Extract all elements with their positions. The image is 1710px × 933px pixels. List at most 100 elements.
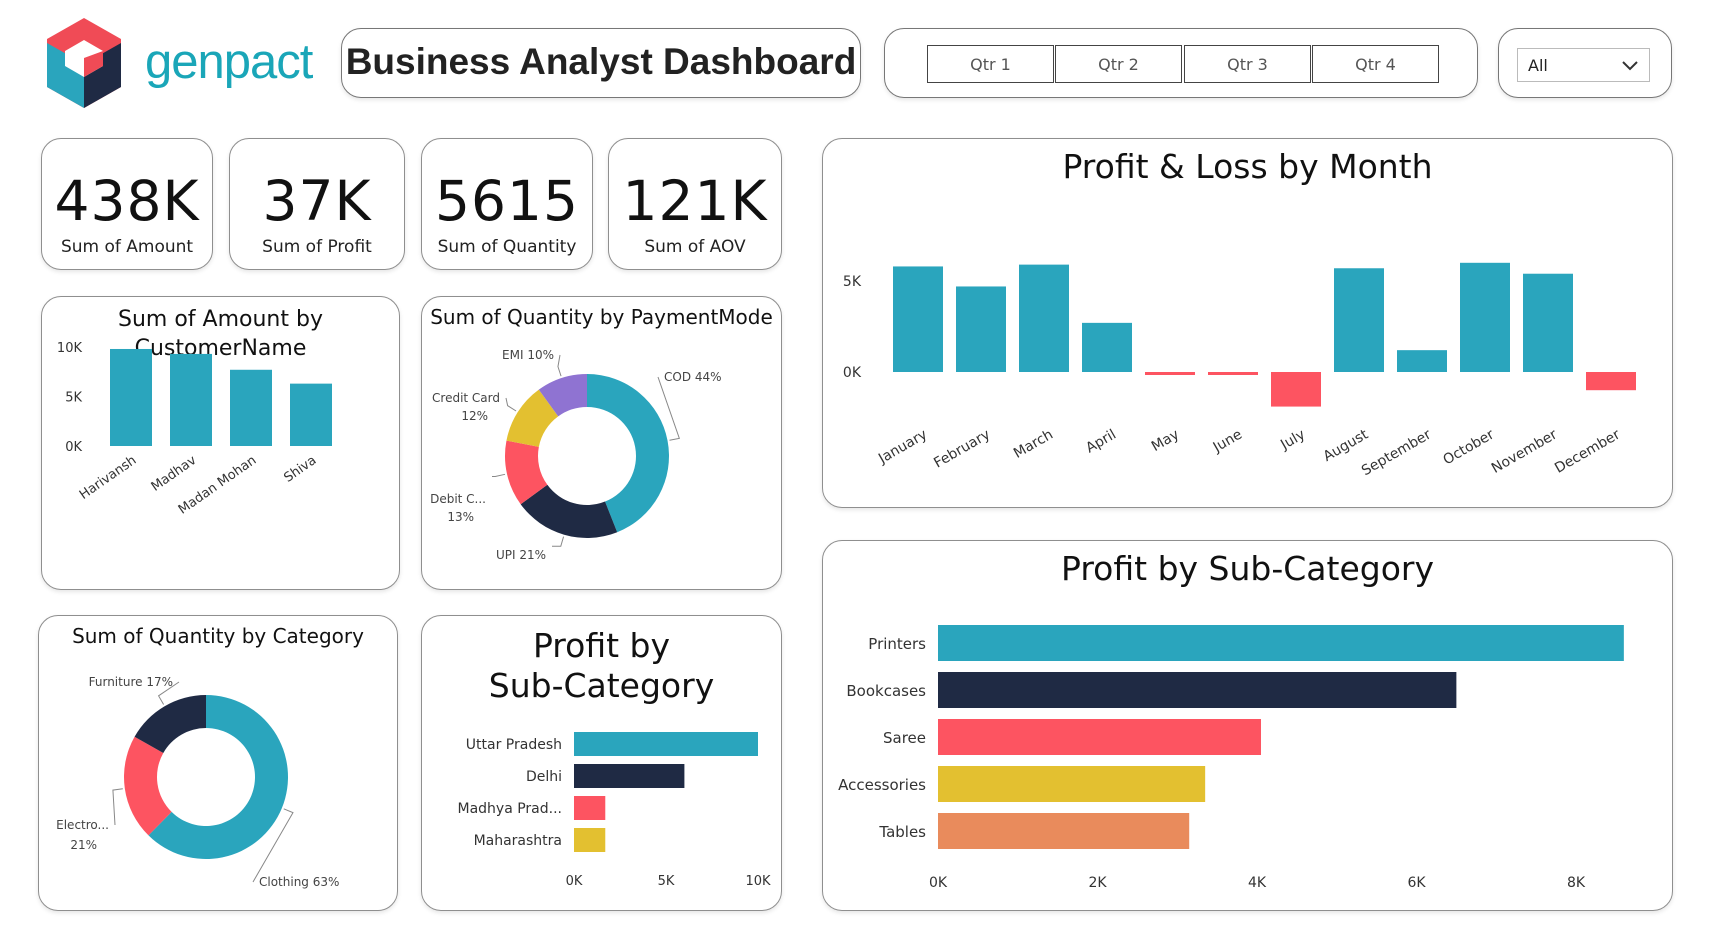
x-tick-label: December: [1552, 426, 1623, 476]
y-tick-label: 0K: [65, 440, 82, 455]
y-tick-label: 5K: [843, 274, 862, 290]
profit-loss-by-month-card: Profit & Loss by Month 0K 5K January Februa…: [822, 138, 1673, 508]
category-donut-chart: Clothing 63% Electro... 21% Furniture 17%: [56, 675, 339, 889]
bar: [938, 625, 1624, 661]
x-tick-label: February: [931, 427, 993, 472]
x-tick-label: July: [1277, 427, 1308, 454]
filter-dropdown-card: All: [1498, 28, 1672, 98]
quantity-by-category-card: Sum of Quantity by Category Clothing 63%…: [38, 615, 398, 911]
x-tick-label: August: [1321, 426, 1372, 465]
genpact-logo-mark: [47, 18, 121, 108]
paymentmode-donut-chart: COD 44% UPI 21% Debit C... 13% Credit Card 12…: [430, 348, 722, 562]
bar: [1523, 273, 1573, 372]
bar: [893, 266, 943, 372]
profit-by-state-card: Profit by Sub-Category Uttar Pradesh Delh…: [421, 615, 782, 911]
bar: [110, 348, 152, 446]
x-tick-label: May: [1149, 427, 1182, 455]
quarter-slicer: Qtr 1 Qtr 2 Qtr 3 Qtr 4: [884, 28, 1478, 98]
bar: [574, 796, 606, 820]
leader-line: [552, 536, 565, 547]
bar: [1145, 372, 1195, 375]
quarter-button-q3[interactable]: Qtr 3: [1184, 45, 1311, 83]
filter-dropdown[interactable]: All: [1517, 48, 1650, 82]
slice-pct-label: 13%: [447, 510, 474, 524]
slice-label: Debit C...: [430, 492, 486, 506]
bar: [1019, 264, 1069, 372]
bar: [938, 672, 1457, 708]
slice-label: COD 44%: [664, 370, 722, 384]
x-tick-label: June: [1210, 427, 1245, 457]
y-tick-label: Bookcases: [846, 682, 926, 700]
y-tick-label: Printers: [868, 635, 926, 653]
amount-by-customer-card: Sum of Amount by CustomerName 0K 5K 10K Har…: [41, 296, 400, 590]
x-tick-label: January: [875, 427, 930, 468]
bar: [938, 813, 1190, 849]
quantity-by-paymentmode-card: Sum of Quantity by PaymentMode COD 44% UP…: [421, 296, 782, 590]
bar: [574, 764, 685, 788]
slice-label: Electro...: [56, 818, 109, 832]
bar: [938, 766, 1206, 802]
bar: [230, 369, 272, 446]
bar: [938, 719, 1261, 755]
bar: [1082, 322, 1132, 372]
y-tick-label: Uttar Pradesh: [466, 737, 562, 753]
page-title: Business Analyst Dashboard: [345, 41, 857, 82]
bar: [1586, 372, 1636, 391]
genpact-logo: genpact: [45, 16, 335, 110]
bar: [574, 828, 606, 852]
x-tick-label: September: [1359, 426, 1434, 479]
bar: [290, 383, 332, 446]
quarter-button-q2[interactable]: Qtr 2: [1055, 45, 1182, 83]
quarter-button-q4[interactable]: Qtr 4: [1312, 45, 1439, 83]
leader-line: [557, 354, 562, 377]
bar: [574, 732, 758, 756]
kpi-quantity-label: Sum of Quantity: [437, 237, 577, 257]
x-tick-label: Harivansh: [77, 453, 139, 503]
y-tick-label: Tables: [878, 823, 926, 841]
bar: [1397, 350, 1447, 372]
x-tick-label: 0K: [929, 875, 948, 891]
quarter-button-q1[interactable]: Qtr 1: [927, 45, 1054, 83]
y-tick-label: Madhya Prad...: [457, 801, 562, 817]
bar: [1334, 268, 1384, 372]
kpi-quantity-value: 5615: [435, 169, 579, 233]
x-tick-label: 2K: [1088, 875, 1107, 891]
profit-loss-month-bar-chart: 0K 5K January February March April May June July…: [843, 262, 1636, 479]
bar: [1271, 372, 1321, 407]
slice-pct-label: 12%: [461, 409, 488, 423]
chevron-down-icon: [1622, 61, 1638, 71]
x-tick-label: 0K: [566, 874, 583, 889]
y-tick-label: 0K: [843, 365, 862, 381]
y-tick-label: Saree: [883, 729, 926, 747]
x-tick-label: 8K: [1567, 875, 1586, 891]
leader-line: [112, 788, 123, 826]
slice-pct-label: 21%: [70, 838, 97, 852]
leader-line: [492, 473, 506, 478]
slice-label: Clothing 63%: [259, 875, 339, 889]
y-tick-label: Delhi: [526, 769, 562, 785]
brand-name: genpact: [145, 35, 313, 89]
kpi-card-aov: 121K Sum of AOV: [608, 138, 782, 270]
bar: [170, 353, 212, 446]
bar: [956, 286, 1006, 372]
profit-by-subcategory-card: Profit by Sub-Category Printers Bookcases…: [822, 540, 1673, 911]
kpi-amount-value: 438K: [54, 169, 200, 233]
kpi-amount-label: Sum of Amount: [60, 237, 194, 257]
slice-label: Furniture 17%: [89, 675, 173, 689]
x-tick-label: 5K: [658, 874, 675, 889]
leader-line: [505, 397, 517, 412]
profit-by-state-bar-chart: Uttar Pradesh Delhi Madhya Prad... Maharash…: [457, 732, 771, 889]
slice-label: EMI 10%: [502, 348, 554, 362]
kpi-card-amount: 438K Sum of Amount: [41, 138, 213, 270]
kpi-aov-value: 121K: [622, 169, 768, 233]
kpi-aov-label: Sum of AOV: [644, 237, 746, 257]
x-tick-label: 6K: [1407, 875, 1426, 891]
kpi-profit-label: Sum of Profit: [262, 237, 372, 257]
dropdown-selected-value: All: [1528, 56, 1548, 75]
x-tick-label: Madhav: [149, 453, 200, 495]
x-tick-label: April: [1083, 427, 1119, 457]
dashboard-title-card: Business Analyst Dashboard: [341, 28, 861, 98]
x-tick-label: Shiva: [281, 453, 319, 486]
x-tick-label: 10K: [745, 874, 771, 889]
kpi-profit-value: 37K: [262, 169, 372, 233]
